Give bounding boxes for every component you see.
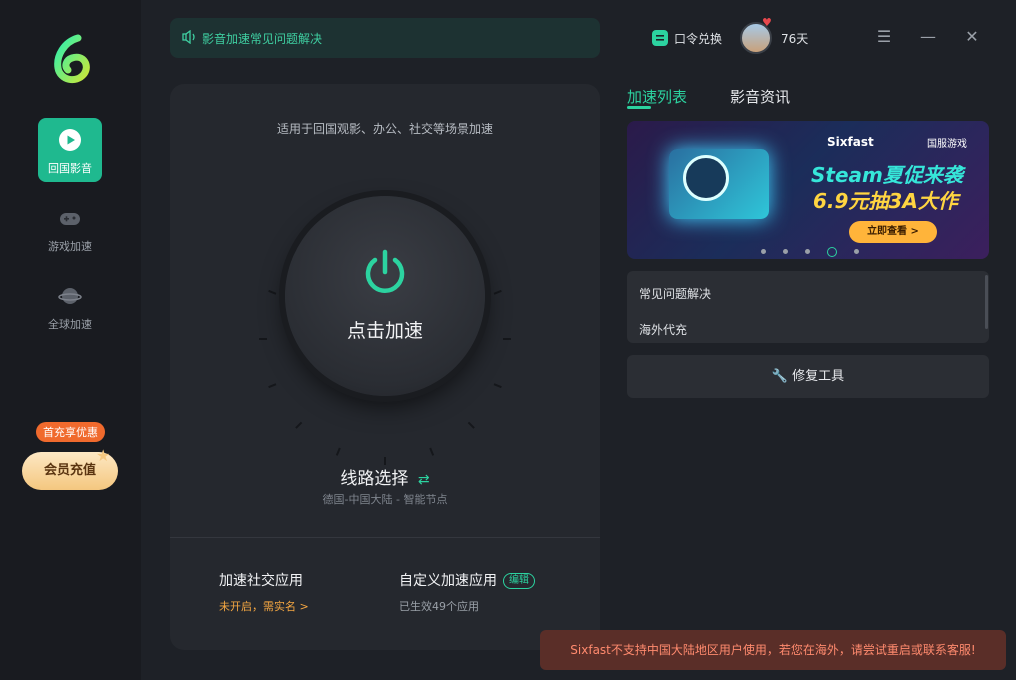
carousel-dot[interactable] xyxy=(783,249,788,254)
scrollbar[interactable] xyxy=(985,275,988,329)
banner-cta-button[interactable]: 立即查看 > xyxy=(849,221,937,243)
dial-tick xyxy=(467,421,475,429)
sidebar-item-label: 全球加速 xyxy=(48,318,92,331)
social-accel-title: 加速社交应用 xyxy=(219,573,303,589)
custom-accel-label: 自定义加速应用 xyxy=(399,573,497,589)
membership-days: 76天 xyxy=(781,32,809,46)
custom-accel-status: 已生效49个应用 xyxy=(399,600,479,613)
gamepad-icon xyxy=(60,213,80,225)
close-icon[interactable]: ✕ xyxy=(963,28,981,46)
speaker-icon xyxy=(182,30,195,44)
dial-tick xyxy=(429,447,435,456)
tab-media-news[interactable]: 影音资讯 xyxy=(730,86,790,107)
swap-icon: ⇄ xyxy=(417,472,430,488)
route-detail: 德国-中国大陆 - 智能节点 xyxy=(322,493,448,506)
dial-tick xyxy=(493,289,502,295)
route-select[interactable]: 线路选择 ⇄ xyxy=(170,464,600,489)
coupon-icon[interactable] xyxy=(652,30,668,46)
steam-logo-icon xyxy=(683,155,729,201)
wrench-icon: 🔧 xyxy=(771,369,789,384)
route-title: 线路选择 xyxy=(340,469,409,489)
sidebar-item-video[interactable]: 回国影音 xyxy=(38,118,102,182)
sidebar-item-label: 游戏加速 xyxy=(48,240,92,253)
notice-text: 影音加速常见问题解决 xyxy=(202,32,323,46)
sidebar-item-label: 回国影音 xyxy=(48,162,92,175)
promo-badge: 首充享优惠 xyxy=(36,422,105,442)
accelerate-label: 点击加速 xyxy=(346,320,423,342)
repair-label: 修复工具 xyxy=(792,369,845,384)
banner-partner: 国服游戏 xyxy=(927,139,967,150)
coupon-redeem-link[interactable]: 口令兑换 xyxy=(674,30,722,47)
power-icon xyxy=(365,249,405,293)
faq-item[interactable]: 海外代充 xyxy=(639,321,687,338)
edit-button[interactable]: 编辑 xyxy=(503,573,535,589)
divider xyxy=(170,537,600,538)
minimize-icon[interactable]: — xyxy=(919,28,937,46)
tab-underline xyxy=(627,106,651,109)
planet-icon xyxy=(58,288,82,304)
banner-brand: Sixfast xyxy=(827,135,874,149)
repair-tool-button[interactable]: 🔧 修复工具 xyxy=(627,355,989,398)
notice-bar[interactable]: 影音加速常见问题解决 xyxy=(170,18,600,58)
scenario-subtitle: 适用于回国观影、办公、社交等场景加速 xyxy=(276,122,493,136)
menu-icon[interactable]: ☰ xyxy=(875,28,893,46)
app-logo-icon xyxy=(54,34,90,84)
promo-banner[interactable]: Sixfast 国服游戏 Steam夏促来袭 6.9元抽3A大作 立即查看 > xyxy=(627,121,989,259)
faq-list: 常见问题解决 海外代充 xyxy=(627,271,989,343)
accelerate-button[interactable]: 点击加速 xyxy=(285,196,485,396)
carousel-dots xyxy=(761,241,876,259)
heart-icon: ♥ xyxy=(762,16,772,29)
banner-headline: Steam夏促来袭 xyxy=(811,163,963,187)
carousel-dot[interactable] xyxy=(854,249,859,254)
dial-tick xyxy=(268,383,277,389)
accelerate-card: 适用于回国观影、办公、社交等场景加速 点击加速 线路选择 ⇄ 德国-中国大陆 -… xyxy=(170,84,600,650)
dial-tick xyxy=(493,383,502,389)
banner-subheadline: 6.9元抽3A大作 xyxy=(813,189,958,213)
sidebar-item-game[interactable]: 游戏加速 xyxy=(38,196,102,260)
dial-tick xyxy=(335,447,341,456)
dial-tick xyxy=(268,289,277,295)
play-icon xyxy=(59,129,81,151)
carousel-dot[interactable] xyxy=(805,249,810,254)
carousel-dot-active[interactable] xyxy=(827,246,837,257)
warning-toast: Sixfast不支持中国大陆地区用户使用，若您在海外，请尝试重启或联系客服! xyxy=(540,630,1006,670)
carousel-dot[interactable] xyxy=(761,249,766,254)
sidebar-item-global[interactable]: 全球加速 xyxy=(38,274,102,338)
faq-item[interactable]: 常见问题解决 xyxy=(639,285,711,302)
sidebar: 回国影音 游戏加速 全球加速 首充享优惠 会员充值 ★ xyxy=(0,0,141,680)
star-icon: ★ xyxy=(96,446,111,465)
custom-accel-title: 自定义加速应用 编辑 xyxy=(399,570,535,590)
tab-accel-list[interactable]: 加速列表 xyxy=(627,86,687,107)
social-accel-status[interactable]: 未开启，需实名 > xyxy=(219,598,309,614)
dial-tick xyxy=(295,421,303,429)
